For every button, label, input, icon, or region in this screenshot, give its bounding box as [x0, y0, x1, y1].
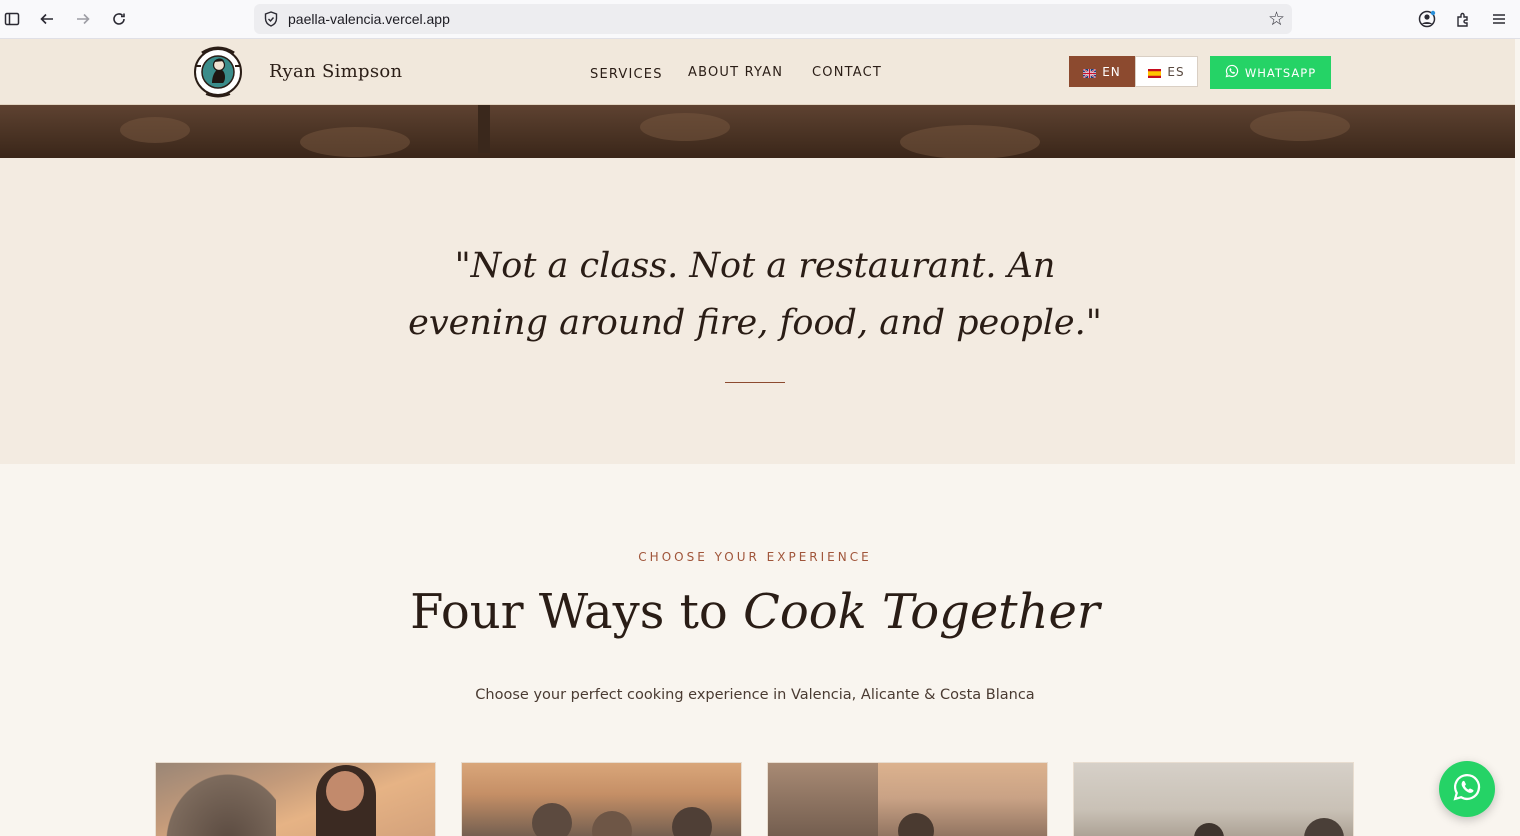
whatsapp-icon: [1452, 772, 1482, 806]
language-en-button[interactable]: EN: [1069, 56, 1135, 87]
experience-card-image[interactable]: [155, 762, 436, 836]
language-es-label: ES: [1167, 64, 1185, 79]
menu-icon[interactable]: [1489, 9, 1509, 29]
card-photo-detail: [156, 763, 276, 836]
language-en-label: EN: [1102, 64, 1121, 79]
tracking-protection-icon[interactable]: [262, 10, 280, 28]
hero-texture: [300, 127, 410, 157]
whatsapp-icon: [1225, 64, 1239, 81]
heading-italic: Cook Together: [743, 584, 1100, 640]
nav-services[interactable]: SERVICES: [590, 67, 663, 82]
quote-section: "Not a class. Not a restaurant. An eveni…: [0, 158, 1515, 464]
nav-about[interactable]: ABOUT RYAN: [688, 65, 783, 80]
hero-texture: [900, 125, 1040, 158]
hero-image: [0, 105, 1515, 158]
address-bar[interactable]: paella-valencia.vercel.app ☆: [254, 4, 1292, 34]
back-icon[interactable]: [37, 9, 57, 29]
heading-plain: Four Ways to: [410, 584, 744, 640]
whatsapp-button[interactable]: WHATSAPP: [1210, 56, 1331, 89]
experience-card-image[interactable]: [461, 762, 742, 836]
whatsapp-label: WHATSAPP: [1244, 65, 1317, 80]
card-photo-detail: [768, 763, 878, 836]
quote-line-1: "Not a class. Not a restaurant. An: [454, 246, 1056, 286]
site-header: Ryan Simpson SERVICES ABOUT RYAN CONTACT…: [0, 39, 1515, 105]
account-icon[interactable]: [1417, 9, 1437, 29]
forward-icon[interactable]: [73, 9, 93, 29]
services-section: CHOOSE YOUR EXPERIENCE Four Ways to Cook…: [0, 464, 1515, 836]
hero-texture: [1250, 111, 1350, 141]
uk-flag-icon: [1082, 67, 1097, 79]
language-es-button[interactable]: ES: [1135, 56, 1198, 87]
experience-card-image[interactable]: [1073, 762, 1354, 836]
spain-flag-icon: [1148, 67, 1162, 78]
section-eyebrow: CHOOSE YOUR EXPERIENCE: [638, 550, 872, 564]
section-heading: Four Ways to Cook Together: [0, 584, 1510, 640]
quote-line-2: evening around fire, food, and people.": [408, 303, 1102, 343]
url-text: paella-valencia.vercel.app: [288, 11, 450, 27]
extensions-icon[interactable]: [1453, 9, 1473, 29]
card-photo-detail: [592, 811, 632, 836]
logo[interactable]: [188, 43, 248, 99]
card-photo-detail: [898, 813, 934, 836]
card-photo-detail: [532, 803, 572, 836]
quote-divider: [725, 382, 785, 383]
card-photo-detail: [1194, 823, 1224, 836]
hero-post: [478, 105, 490, 153]
whatsapp-floating-button[interactable]: [1439, 761, 1495, 817]
hero-texture: [120, 117, 190, 143]
sidebar-toggle-icon[interactable]: [2, 9, 22, 29]
nav-contact[interactable]: CONTACT: [812, 65, 882, 80]
bookmark-star-icon[interactable]: ☆: [1268, 8, 1285, 30]
brand-name[interactable]: Ryan Simpson: [269, 61, 402, 82]
card-photo-detail: [1304, 818, 1344, 836]
reload-icon[interactable]: [109, 9, 129, 29]
experience-card-image[interactable]: [767, 762, 1048, 836]
card-photo-detail: [326, 771, 364, 811]
section-subtitle: Choose your perfect cooking experience i…: [475, 687, 1035, 703]
quote-text: "Not a class. Not a restaurant. An eveni…: [380, 238, 1130, 352]
hero-texture: [640, 113, 730, 141]
browser-toolbar: paella-valencia.vercel.app ☆: [0, 0, 1520, 39]
card-photo-detail: [672, 807, 712, 836]
